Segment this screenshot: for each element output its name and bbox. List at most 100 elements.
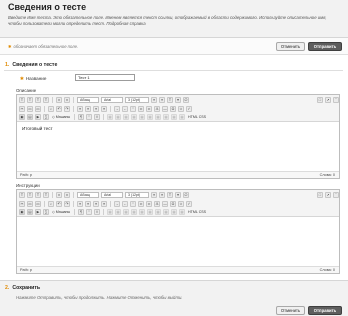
row-props-icon[interactable]: ▦ <box>171 209 178 215</box>
table-split-icon[interactable]: ▦ <box>139 114 146 120</box>
insert-file-icon[interactable]: ▤ <box>27 209 33 215</box>
submit-button-bottom[interactable]: Отправить <box>308 306 342 315</box>
table-props-icon[interactable]: ▦ <box>155 209 162 215</box>
table-row-icon[interactable]: ▦ <box>115 209 122 215</box>
unlink-icon[interactable]: ∞ <box>146 200 152 207</box>
bold-icon[interactable]: T <box>19 97 25 103</box>
collapse-icon[interactable]: ˆ <box>333 97 339 103</box>
horizontal-rule-icon[interactable]: — <box>162 105 168 112</box>
insert-media-icon[interactable]: ▶ <box>35 209 41 215</box>
superscript-icon[interactable]: x <box>56 97 62 103</box>
cut-icon[interactable]: ✂ <box>19 105 25 112</box>
align-justify-icon[interactable]: ≡ <box>101 200 107 207</box>
indent-icon[interactable]: → <box>114 105 120 112</box>
text-color-icon[interactable]: T <box>167 192 173 198</box>
indent-icon[interactable]: → <box>114 200 120 207</box>
table-icon[interactable]: ▦ <box>107 114 114 120</box>
blockquote-icon[interactable]: “ <box>130 105 136 112</box>
align-right-icon[interactable]: ≡ <box>93 200 99 207</box>
html-css-button[interactable]: HTML CSS <box>187 114 207 120</box>
numbered-list-icon[interactable]: ≡ <box>159 97 165 103</box>
code-icon[interactable]: ◊ <box>94 209 101 215</box>
anchor-icon[interactable]: ⚓ <box>154 200 160 207</box>
paragraph-select[interactable]: Абзац <box>77 97 99 103</box>
paragraph-mark-icon[interactable]: ¶ <box>78 209 85 215</box>
outdent-icon[interactable]: ← <box>122 105 128 112</box>
undo-icon[interactable]: ↶ <box>56 200 62 207</box>
link-icon[interactable]: ∞ <box>138 105 144 112</box>
find-icon[interactable]: ⌕ <box>48 105 54 112</box>
html-css-button[interactable]: HTML CSS <box>187 209 207 215</box>
copy-icon[interactable]: ▭ <box>27 105 33 112</box>
paragraph-select[interactable]: Абзац <box>77 192 99 198</box>
spellcheck-icon[interactable]: ✓ <box>186 200 192 207</box>
paste-icon[interactable]: ▭ <box>35 200 41 207</box>
test-name-input[interactable] <box>75 74 135 81</box>
table-delete-icon[interactable]: ▦ <box>147 209 154 215</box>
strikethrough-icon[interactable]: T <box>43 192 49 198</box>
collapse-icon[interactable]: ˆ <box>333 192 339 198</box>
copy-icon[interactable]: ▭ <box>27 200 33 207</box>
superscript-icon[interactable]: x <box>56 192 62 198</box>
insert-media-icon[interactable]: ▶ <box>35 114 41 120</box>
bold-icon[interactable]: T <box>19 192 25 198</box>
col-props-icon[interactable]: ▦ <box>179 114 186 120</box>
bullet-list-icon[interactable]: ≡ <box>151 192 157 198</box>
row-props-icon[interactable]: ▦ <box>171 114 178 120</box>
submit-button-top[interactable]: Отправить <box>308 42 342 51</box>
mashups-menu[interactable]: ◇ Мэшапы <box>51 209 71 215</box>
unlink-icon[interactable]: ∞ <box>146 105 152 112</box>
cell-props-icon[interactable]: ▦ <box>163 209 170 215</box>
subscript-icon[interactable]: x <box>64 192 70 198</box>
text-color-icon[interactable]: T <box>167 97 173 103</box>
paste-icon[interactable]: ▭ <box>35 105 41 112</box>
table-col-icon[interactable]: ▦ <box>123 209 130 215</box>
align-right-icon[interactable]: ≡ <box>93 105 99 112</box>
italic-icon[interactable]: T <box>27 192 33 198</box>
font-select[interactable]: Arial <box>101 97 123 103</box>
col-props-icon[interactable]: ▦ <box>179 209 186 215</box>
spellcheck-icon[interactable]: ✓ <box>186 105 192 112</box>
insert-equation-icon[interactable]: ∑ <box>43 209 49 215</box>
redo-icon[interactable]: ↷ <box>64 200 70 207</box>
underline-icon[interactable]: T <box>35 97 41 103</box>
cancel-button-top[interactable]: Отменить <box>276 42 305 51</box>
insert-equation-icon[interactable]: ∑ <box>43 114 49 120</box>
find-icon[interactable]: ⌕ <box>48 200 54 207</box>
cut-icon[interactable]: ✂ <box>19 200 25 207</box>
table-merge-icon[interactable]: ▦ <box>131 114 138 120</box>
clear-format-icon[interactable]: ∅ <box>183 97 189 103</box>
paragraph-mark-icon[interactable]: ¶ <box>78 114 85 120</box>
fullscreen-icon[interactable]: ↗ <box>325 97 331 103</box>
table-split-icon[interactable]: ▦ <box>139 209 146 215</box>
redo-icon[interactable]: ↷ <box>64 105 70 112</box>
table-icon[interactable]: ▦ <box>107 209 114 215</box>
cell-props-icon[interactable]: ▦ <box>163 114 170 120</box>
numbered-list-icon[interactable]: ≡ <box>159 192 165 198</box>
blockquote-icon[interactable]: “ <box>130 200 136 207</box>
description-editor[interactable]: T T T T x x Абзац Arial 3 (12pt) ≡ ≡ T ▾… <box>16 94 340 179</box>
anchor-icon[interactable]: ⚓ <box>154 105 160 112</box>
clear-format-icon[interactable]: ∅ <box>183 192 189 198</box>
font-size-select[interactable]: 3 (12pt) <box>125 192 149 198</box>
cancel-button-bottom[interactable]: Отменить <box>276 306 305 315</box>
italic-icon[interactable]: T <box>27 97 33 103</box>
table-props-icon[interactable]: ▦ <box>155 114 162 120</box>
mashups-menu[interactable]: ◇ Мэшапы <box>51 114 71 120</box>
insert-image-icon[interactable]: ▣ <box>19 114 25 120</box>
instructions-editor[interactable]: T T T T x x Абзац Arial 3 (12pt) ≡ ≡ T ▾… <box>16 189 340 274</box>
editor-content[interactable]: Итоговый тест <box>22 126 53 131</box>
preview-icon[interactable]: □ <box>317 192 323 198</box>
link-icon[interactable]: ∞ <box>138 200 144 207</box>
horizontal-rule-icon[interactable]: — <box>162 200 168 207</box>
preview-icon[interactable]: □ <box>317 97 323 103</box>
strikethrough-icon[interactable]: T <box>43 97 49 103</box>
table-merge-icon[interactable]: ▦ <box>131 209 138 215</box>
outdent-icon[interactable]: ← <box>122 200 128 207</box>
align-left-icon[interactable]: ≡ <box>77 200 83 207</box>
align-left-icon[interactable]: ≡ <box>77 105 83 112</box>
bullet-list-icon[interactable]: ≡ <box>151 97 157 103</box>
highlight-color-icon[interactable]: ▾ <box>175 192 181 198</box>
font-size-select[interactable]: 3 (12pt) <box>125 97 149 103</box>
quote-icon[interactable]: “ <box>86 209 93 215</box>
